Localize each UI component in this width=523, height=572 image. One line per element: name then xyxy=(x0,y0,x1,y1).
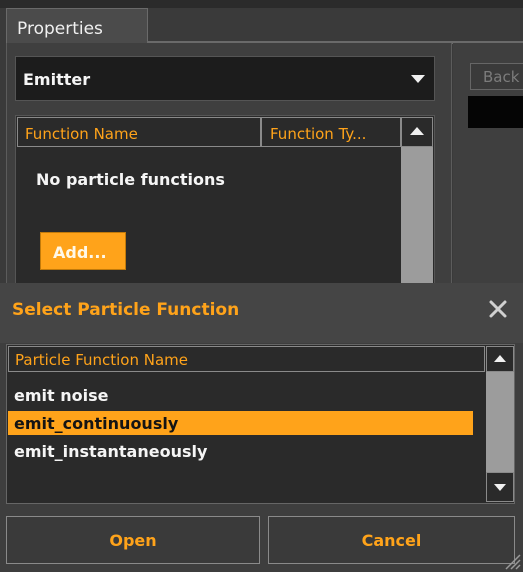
open-button[interactable]: Open xyxy=(6,516,260,564)
list-scrollbar-track[interactable] xyxy=(486,372,514,472)
emitter-dropdown[interactable]: Emitter xyxy=(15,56,435,101)
dropdown-caret-icon[interactable] xyxy=(411,75,425,83)
dialog-title: Select Particle Function xyxy=(12,300,240,320)
table-scrollbar-track[interactable] xyxy=(401,147,433,285)
list-item-emit-noise[interactable]: emit noise xyxy=(8,383,473,407)
resize-grip-icon[interactable] xyxy=(503,552,521,570)
list-item-emit-continuously[interactable]: emit_continuously xyxy=(8,411,473,435)
column-header-function-name[interactable]: Function Name xyxy=(17,117,261,147)
table-scroll-up-button[interactable] xyxy=(401,117,433,147)
add-function-button[interactable]: Add... xyxy=(40,232,126,270)
scroll-up-icon xyxy=(410,127,424,135)
close-icon[interactable] xyxy=(487,298,509,320)
column-header-function-type[interactable]: Function Ty... xyxy=(261,117,401,147)
top-strip xyxy=(0,0,523,8)
tab-properties[interactable]: Properties xyxy=(6,8,148,44)
column-header-particle-function-name[interactable]: Particle Function Name xyxy=(8,346,485,372)
empty-message: No particle functions xyxy=(36,170,225,189)
list-scroll-up-button[interactable] xyxy=(486,346,514,372)
list-item-emit-instantaneously[interactable]: emit_instantaneously xyxy=(8,439,473,463)
preview-box xyxy=(468,96,523,128)
scroll-down-icon xyxy=(494,484,506,491)
scroll-up-icon xyxy=(494,355,506,362)
back-button[interactable]: Back xyxy=(470,63,523,90)
cancel-button[interactable]: Cancel xyxy=(268,516,515,564)
list-scroll-down-button[interactable] xyxy=(486,472,514,502)
